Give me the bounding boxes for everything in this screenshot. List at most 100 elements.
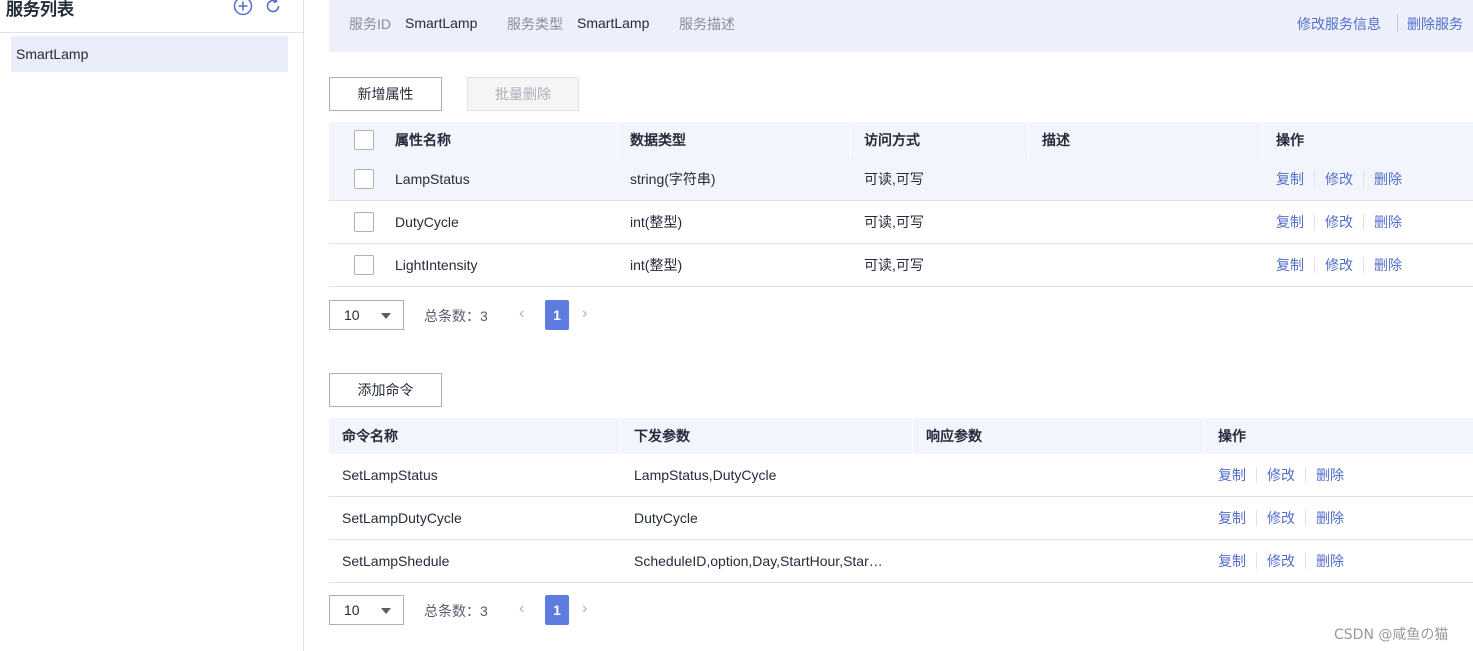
page-size-value: 10 (344, 602, 360, 618)
row-actions: 复制 修改 删除 (1218, 497, 1344, 539)
copy-link[interactable]: 复制 (1276, 212, 1304, 232)
row-checkbox[interactable] (354, 169, 374, 189)
copy-link[interactable]: 复制 (1218, 508, 1246, 528)
service-type-value: SmartLamp (577, 15, 650, 31)
chevron-left-icon[interactable]: ‹ (519, 305, 524, 323)
edit-link[interactable]: 修改 (1325, 255, 1353, 275)
service-desc-label: 服务描述 (679, 16, 735, 32)
service-id-label: 服务ID (349, 16, 391, 32)
sidebar-divider (0, 32, 303, 33)
commands-table-header: 命令名称 下发参数 响应参数 操作 (329, 418, 1473, 454)
column-header: 操作 (1276, 132, 1304, 148)
action-divider (1305, 553, 1306, 569)
delete-link[interactable]: 删除 (1374, 212, 1402, 232)
column-divider (620, 418, 621, 454)
chevron-right-icon[interactable]: › (582, 600, 587, 618)
watermark: CSDN @咸鱼の猫 (1334, 627, 1449, 643)
column-divider (1262, 122, 1263, 158)
service-info-bar: 服务ID SmartLamp 服务类型 SmartLamp 服务描述 修改服务信… (329, 0, 1473, 52)
action-divider (1256, 467, 1257, 483)
edit-link[interactable]: 修改 (1325, 169, 1353, 189)
edit-link[interactable]: 修改 (1267, 551, 1295, 571)
page-size-select[interactable]: 10 (329, 300, 404, 330)
select-all-checkbox[interactable] (354, 130, 374, 150)
delete-link[interactable]: 删除 (1316, 465, 1344, 485)
caret-down-icon (381, 313, 391, 319)
row-checkbox[interactable] (354, 255, 374, 275)
plus-circle-icon[interactable] (233, 0, 253, 16)
delete-service-link[interactable]: 删除服务 (1407, 14, 1463, 34)
action-divider (1363, 257, 1364, 273)
page-size-select[interactable]: 10 (329, 595, 404, 625)
total-count: 总条数：3 (424, 308, 488, 324)
property-type: string(字符串) (630, 171, 716, 187)
action-divider (1314, 171, 1315, 187)
service-id-value: SmartLamp (405, 15, 478, 31)
command-params: ScheduleID,option,Day,StartHour,Star… (634, 553, 883, 569)
column-header: 描述 (1042, 132, 1070, 148)
delete-link[interactable]: 删除 (1316, 551, 1344, 571)
chevron-left-icon[interactable]: ‹ (519, 600, 524, 618)
table-row: SetLampDutyCycle DutyCycle 复制 修改 删除 (329, 497, 1473, 540)
delete-link[interactable]: 删除 (1374, 169, 1402, 189)
page-number-button[interactable]: 1 (545, 595, 569, 625)
delete-link[interactable]: 删除 (1316, 508, 1344, 528)
copy-link[interactable]: 复制 (1218, 551, 1246, 571)
command-name: SetLampDutyCycle (342, 510, 462, 526)
action-divider (1305, 467, 1306, 483)
action-divider (1305, 510, 1306, 526)
action-divider (1256, 553, 1257, 569)
caret-down-icon (381, 608, 391, 614)
page-number-button[interactable]: 1 (545, 300, 569, 330)
batch-delete-button[interactable]: 批量删除 (467, 77, 579, 111)
property-type: int(整型) (630, 214, 683, 230)
action-divider (1256, 510, 1257, 526)
page-size-value: 10 (344, 307, 360, 323)
column-header: 属性名称 (395, 132, 451, 148)
add-property-button[interactable]: 新增属性 (329, 77, 442, 111)
edit-service-link[interactable]: 修改服务信息 (1297, 14, 1381, 34)
column-header: 下发参数 (634, 428, 690, 444)
link-divider (1397, 14, 1398, 32)
property-type: int(整型) (630, 257, 683, 273)
refresh-icon[interactable] (263, 0, 283, 16)
table-row: DutyCycle int(整型) 可读,可写 复制 修改 删除 (329, 201, 1473, 244)
copy-link[interactable]: 复制 (1276, 255, 1304, 275)
copy-link[interactable]: 复制 (1276, 169, 1304, 189)
chevron-right-icon[interactable]: › (582, 305, 587, 323)
service-sidebar: 服务列表 SmartLamp (0, 0, 304, 651)
column-header: 操作 (1218, 428, 1246, 444)
column-header: 响应参数 (926, 428, 982, 444)
property-access: 可读,可写 (864, 214, 924, 230)
column-header: 数据类型 (630, 132, 686, 148)
column-header: 命令名称 (342, 428, 398, 444)
column-header: 访问方式 (864, 132, 920, 148)
row-actions: 复制 修改 删除 (1218, 540, 1344, 582)
row-actions: 复制 修改 删除 (1276, 244, 1402, 286)
column-divider (850, 122, 851, 158)
column-divider (617, 122, 618, 158)
sidebar-item-smartlamp[interactable]: SmartLamp (11, 36, 288, 72)
sidebar-actions (233, 0, 283, 16)
property-access: 可读,可写 (864, 257, 924, 273)
edit-link[interactable]: 修改 (1267, 508, 1295, 528)
properties-table-header: 属性名称 数据类型 访问方式 描述 操作 (329, 122, 1473, 158)
copy-link[interactable]: 复制 (1218, 465, 1246, 485)
action-divider (1363, 214, 1364, 230)
edit-link[interactable]: 修改 (1267, 465, 1295, 485)
table-row: SetLampStatus LampStatus,DutyCycle 复制 修改… (329, 454, 1473, 497)
property-access: 可读,可写 (864, 171, 924, 187)
row-actions: 复制 修改 删除 (1218, 454, 1344, 496)
total-count: 总条数：3 (424, 603, 488, 619)
row-checkbox[interactable] (354, 212, 374, 232)
row-actions: 复制 修改 删除 (1276, 201, 1402, 243)
table-row: LightIntensity int(整型) 可读,可写 复制 修改 删除 (329, 244, 1473, 287)
sidebar-title: 服务列表 (6, 0, 74, 20)
edit-link[interactable]: 修改 (1325, 212, 1353, 232)
add-command-button[interactable]: 添加命令 (329, 373, 442, 407)
delete-link[interactable]: 删除 (1374, 255, 1402, 275)
command-params: LampStatus,DutyCycle (634, 467, 777, 483)
command-params: DutyCycle (634, 510, 698, 526)
properties-pagination: 10 总条数：3 ‹ 1 › (329, 300, 629, 330)
row-actions: 复制 修改 删除 (1276, 158, 1402, 200)
